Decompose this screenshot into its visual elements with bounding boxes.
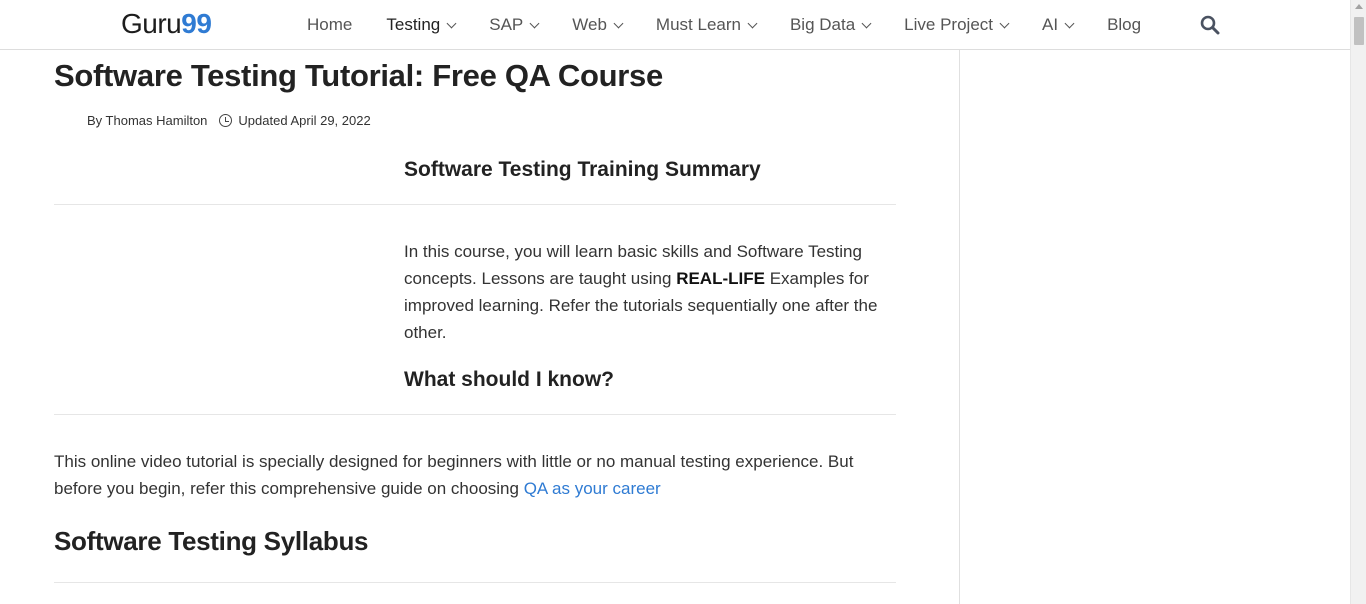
nav-label: Testing: [386, 15, 441, 34]
nav-label: Home: [307, 15, 353, 34]
intro-bold-text: REAL-LIFE: [676, 269, 765, 288]
online-text: This online video tutorial is specially …: [54, 452, 854, 498]
nav-label: Big Data: [789, 15, 856, 34]
logo-text-99: 99: [181, 8, 212, 39]
chevron-down-icon: [1064, 18, 1075, 28]
divider: [54, 582, 896, 583]
nav-label: Blog: [1107, 15, 1142, 34]
chevron-down-icon: [999, 18, 1010, 28]
nav-item-testing[interactable]: Testing: [369, 0, 472, 50]
know-heading: What should I know?: [404, 368, 614, 391]
nav-item-home[interactable]: Home: [290, 0, 369, 50]
scroll-thumb[interactable]: [1354, 17, 1364, 45]
main-nav: Home Testing SAP Web Must Learn Big Data…: [290, 0, 1158, 50]
divider: [54, 414, 896, 415]
chevron-down-icon: [613, 18, 624, 28]
author-link[interactable]: By Thomas Hamilton: [87, 113, 207, 128]
intro-paragraph: In this course, you will learn basic ski…: [404, 238, 890, 346]
divider: [54, 204, 896, 205]
article-meta: By Thomas Hamilton Updated April 29, 202…: [87, 113, 371, 128]
top-navbar: Guru99 Home Testing SAP Web Must Learn B…: [0, 0, 1350, 50]
nav-label: Live Project: [904, 15, 993, 34]
qa-career-link[interactable]: QA as your career: [524, 479, 661, 498]
nav-item-must-learn[interactable]: Must Learn: [639, 0, 773, 50]
summary-heading: Software Testing Training Summary: [404, 158, 761, 181]
nav-item-ai[interactable]: AI: [1025, 0, 1090, 50]
scroll-up-arrow-icon[interactable]: [1355, 4, 1363, 9]
page-title: Software Testing Tutorial: Free QA Cours…: [54, 58, 663, 93]
nav-item-blog[interactable]: Blog: [1090, 0, 1158, 50]
clock-icon: [219, 114, 233, 127]
chevron-down-icon: [861, 18, 872, 28]
nav-item-big-data[interactable]: Big Data: [773, 0, 887, 50]
search-icon[interactable]: [1200, 15, 1220, 35]
nav-label: AI: [1042, 15, 1059, 34]
updated-date: Updated April 29, 2022: [238, 113, 371, 128]
nav-label: SAP: [489, 15, 524, 34]
nav-item-live-project[interactable]: Live Project: [887, 0, 1025, 50]
nav-item-sap[interactable]: SAP: [472, 0, 555, 50]
sidebar-divider: [959, 50, 960, 604]
page-scrollbar[interactable]: [1350, 0, 1366, 604]
logo-text-guru: Guru: [121, 8, 182, 39]
syllabus-heading: Software Testing Syllabus: [54, 526, 369, 556]
chevron-down-icon: [747, 18, 758, 28]
nav-item-web[interactable]: Web: [555, 0, 639, 50]
nav-label: Web: [572, 15, 607, 34]
nav-label: Must Learn: [655, 15, 741, 34]
chevron-down-icon: [446, 18, 457, 28]
online-paragraph: This online video tutorial is specially …: [54, 448, 894, 502]
site-logo[interactable]: Guru99: [121, 8, 212, 40]
chevron-down-icon: [529, 18, 540, 28]
